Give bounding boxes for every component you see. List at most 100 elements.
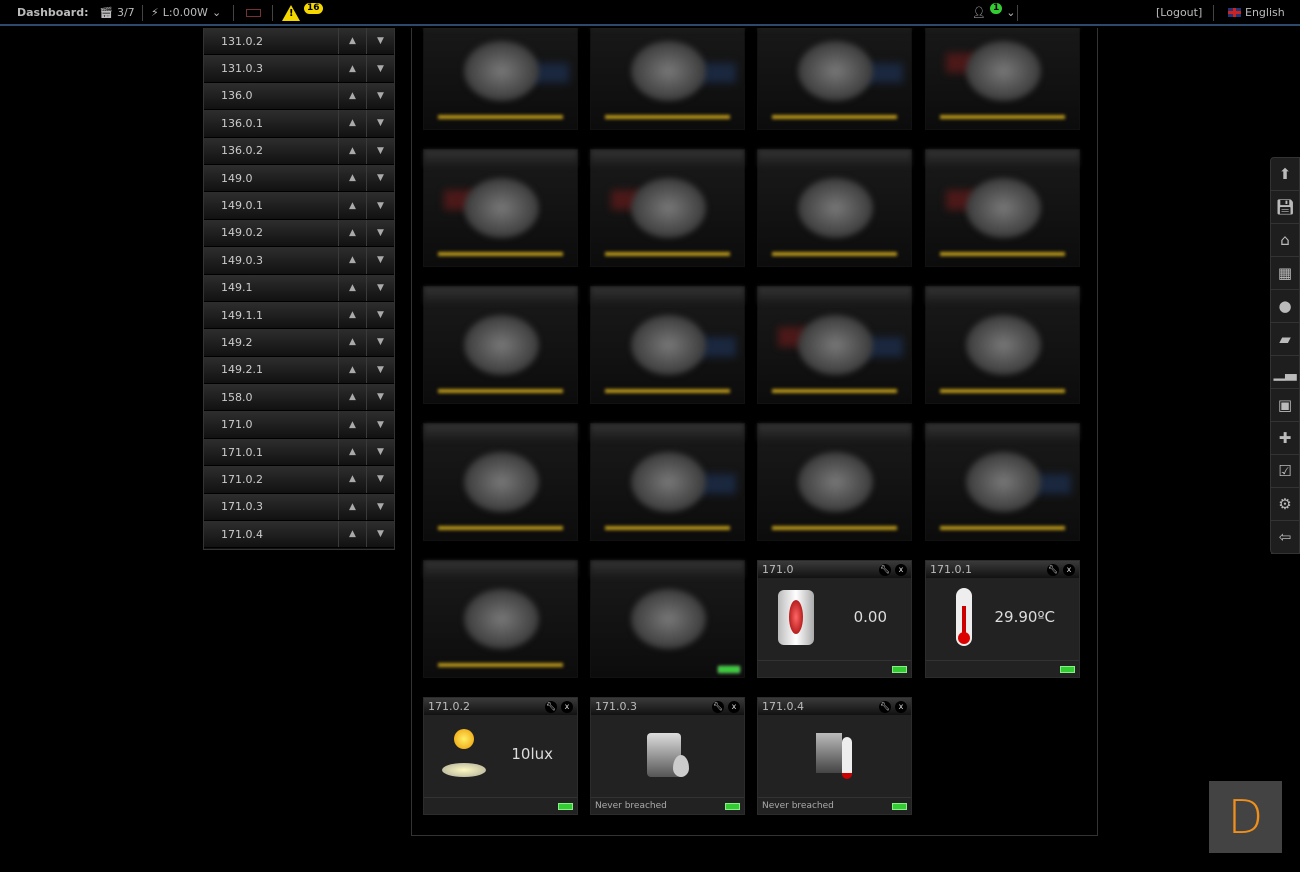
- chart-button[interactable]: ▁▃: [1271, 356, 1299, 389]
- logo: D: [1209, 781, 1282, 853]
- user-menu[interactable]: 👤︎ 1 ⌄: [972, 3, 1016, 19]
- move-up-button[interactable]: ▲: [338, 356, 366, 384]
- puzzle-button[interactable]: ✚: [1271, 422, 1299, 455]
- device-order-row: 136.0.2 ▲ ▼: [204, 137, 394, 165]
- device-order-row: 131.0.3 ▲ ▼: [204, 55, 394, 83]
- package-button[interactable]: ▣: [1271, 389, 1299, 422]
- move-up-button[interactable]: ▲: [338, 137, 366, 164]
- move-down-button[interactable]: ▼: [366, 82, 394, 110]
- widget-title: 171.0.3: [595, 700, 637, 713]
- widget-card-loading: [757, 28, 912, 130]
- user-badge: 1: [989, 3, 1003, 14]
- move-down-button[interactable]: ▼: [366, 356, 394, 384]
- alerts-badge: 16: [304, 2, 323, 14]
- move-down-button[interactable]: ▼: [366, 219, 394, 247]
- lightning-icon: ⚡︎: [151, 6, 159, 19]
- close-icon[interactable]: x: [728, 700, 740, 713]
- widget-card-loading: [590, 286, 745, 404]
- move-down-button[interactable]: ▼: [366, 164, 394, 192]
- widget-title: 171.0: [762, 563, 794, 576]
- map-pin-button[interactable]: ●: [1271, 290, 1299, 323]
- home-icon: ⌂: [1280, 231, 1290, 249]
- sensor-widget: 171.0.4 🔧︎ x Never breached: [757, 697, 912, 815]
- calendar-check-icon: ☑: [1278, 462, 1292, 480]
- scenes-value: 3/7: [116, 6, 135, 19]
- sensor-widget: 171.0 🔧︎ x 0.00: [757, 560, 912, 678]
- battery-low-icon[interactable]: [246, 9, 261, 17]
- close-icon[interactable]: x: [561, 700, 573, 713]
- move-down-button[interactable]: ▼: [366, 274, 394, 301]
- move-up-button[interactable]: ▲: [338, 110, 366, 137]
- wrench-icon[interactable]: 🔧︎: [1047, 563, 1059, 576]
- move-up-button[interactable]: ▲: [338, 466, 366, 493]
- move-up-button[interactable]: ▲: [338, 329, 366, 356]
- scenes-counter[interactable]: 🎬︎ 3/7: [99, 6, 135, 19]
- puzzle-icon: ✚: [1278, 429, 1292, 447]
- device-label: 149.1: [221, 281, 253, 295]
- move-down-button[interactable]: ▼: [366, 137, 394, 164]
- move-down-button[interactable]: ▼: [366, 466, 394, 493]
- move-down-button[interactable]: ▼: [366, 247, 394, 274]
- move-down-button[interactable]: ▼: [366, 493, 394, 521]
- logout-button[interactable]: ⇦: [1271, 521, 1299, 554]
- move-down-button[interactable]: ▼: [366, 28, 394, 55]
- move-down-button[interactable]: ▼: [366, 55, 394, 82]
- language-selector[interactable]: English: [1228, 6, 1285, 19]
- move-up-button[interactable]: ▲: [338, 411, 366, 438]
- sensor-widget: 171.0.3 🔧︎ x Never breached: [590, 697, 745, 815]
- device-label: 136.0: [221, 89, 253, 103]
- move-up-button[interactable]: ▲: [338, 521, 366, 548]
- wrench-icon[interactable]: 🔧︎: [712, 700, 724, 713]
- wrench-icon[interactable]: 🔧︎: [879, 700, 891, 713]
- wrench-icon[interactable]: 🔧︎: [545, 700, 557, 713]
- move-up-button[interactable]: ▲: [338, 274, 366, 301]
- logout-link[interactable]: [Logout]: [1156, 6, 1202, 19]
- move-up-button[interactable]: ▲: [338, 82, 366, 110]
- device-label: 136.0.2: [221, 144, 263, 158]
- move-up-button[interactable]: ▲: [338, 219, 366, 247]
- device-label: 149.0.1: [221, 199, 263, 213]
- alerts-button[interactable]: ! 16: [282, 2, 323, 21]
- power-dropdown[interactable]: ⚡︎ L:0.00W ⌄: [151, 6, 221, 19]
- widget-status: Never breached: [762, 801, 834, 811]
- chevron-down-icon: ⌄: [1006, 6, 1016, 19]
- move-up-button[interactable]: ▲: [338, 192, 366, 219]
- home-button[interactable]: ⌂: [1271, 224, 1299, 257]
- widget-value: 10lux: [511, 745, 553, 763]
- sensor-widget: 171.0.1 🔧︎ x 29.90ºC: [925, 560, 1080, 678]
- scene-button[interactable]: ▰: [1271, 323, 1299, 356]
- move-down-button[interactable]: ▼: [366, 329, 394, 356]
- move-down-button[interactable]: ▼: [366, 438, 394, 466]
- arrow-up-button[interactable]: ⬆: [1271, 158, 1299, 191]
- calendar-check-button[interactable]: ☑: [1271, 455, 1299, 488]
- move-up-button[interactable]: ▲: [338, 438, 366, 466]
- move-up-button[interactable]: ▲: [338, 493, 366, 521]
- device-order-row: 149.0.1 ▲ ▼: [204, 192, 394, 220]
- move-up-button[interactable]: ▲: [338, 247, 366, 274]
- devices-button[interactable]: ▦: [1271, 257, 1299, 290]
- device-placeholder-icon: [966, 178, 1041, 238]
- move-down-button[interactable]: ▼: [366, 110, 394, 137]
- settings-button[interactable]: ⚙: [1271, 488, 1299, 521]
- device-placeholder-icon: [464, 452, 539, 512]
- device-placeholder-icon: [464, 589, 539, 649]
- battery-icon: [725, 803, 740, 810]
- move-down-button[interactable]: ▼: [366, 411, 394, 438]
- wrench-icon[interactable]: 🔧︎: [879, 563, 891, 576]
- move-down-button[interactable]: ▼: [366, 384, 394, 411]
- close-icon[interactable]: x: [895, 700, 907, 713]
- close-icon[interactable]: x: [1063, 563, 1075, 576]
- save-icon: 💾︎: [1275, 198, 1295, 216]
- move-up-button[interactable]: ▲: [338, 28, 366, 55]
- move-up-button[interactable]: ▲: [338, 164, 366, 192]
- save-button[interactable]: 💾︎: [1271, 191, 1299, 224]
- move-up-button[interactable]: ▲: [338, 384, 366, 411]
- move-down-button[interactable]: ▼: [366, 192, 394, 219]
- move-down-button[interactable]: ▼: [366, 521, 394, 548]
- close-icon[interactable]: x: [895, 563, 907, 576]
- move-down-button[interactable]: ▼: [366, 301, 394, 329]
- move-up-button[interactable]: ▲: [338, 55, 366, 82]
- move-up-button[interactable]: ▲: [338, 301, 366, 329]
- device-order-row: 171.0.3 ▲ ▼: [204, 493, 394, 522]
- device-label: 171.0.4: [221, 527, 263, 541]
